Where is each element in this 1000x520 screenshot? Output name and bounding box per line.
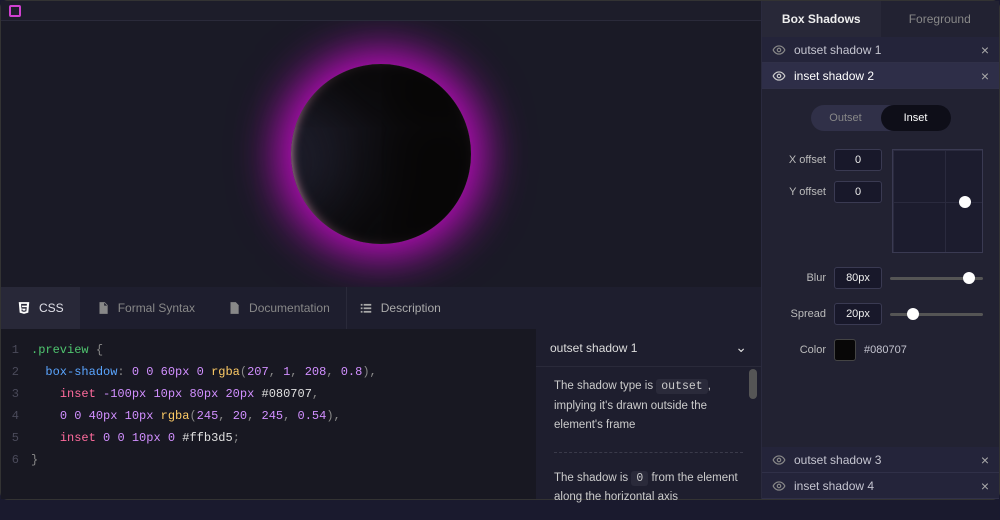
y-offset-input[interactable]	[834, 181, 882, 203]
blur-label: Blur	[778, 272, 826, 284]
spread-label: Spread	[778, 308, 826, 320]
eye-icon[interactable]	[772, 43, 786, 57]
description-title: Description	[381, 301, 441, 315]
shadow-list-item[interactable]: inset shadow 2 ×	[762, 63, 999, 89]
slider-thumb[interactable]	[907, 308, 919, 320]
close-icon[interactable]: ×	[981, 452, 989, 468]
spread-input[interactable]	[834, 303, 882, 325]
chevron-down-icon: ⌄	[735, 339, 747, 356]
spread-slider[interactable]	[890, 306, 983, 322]
close-icon[interactable]: ×	[981, 42, 989, 58]
shadow-item-name: outset shadow 1	[794, 43, 881, 57]
shadow-item-name: outset shadow 3	[794, 453, 881, 467]
scrollbar-thumb[interactable]	[749, 369, 757, 399]
offset-grid-thumb[interactable]	[959, 196, 971, 208]
tab-formal-syntax[interactable]: Formal Syntax	[80, 287, 211, 329]
y-offset-label: Y offset	[778, 186, 826, 198]
segment-inset[interactable]: Inset	[881, 105, 951, 131]
tab-docs-label: Documentation	[249, 301, 330, 315]
tab-css[interactable]: CSS	[1, 287, 80, 329]
shadow-type-segmented[interactable]: Outset Inset	[811, 105, 951, 131]
offset-grid-pad[interactable]	[892, 149, 983, 253]
color-value: #080707	[864, 344, 907, 356]
document-icon	[227, 301, 241, 315]
blur-input[interactable]	[834, 267, 882, 289]
line-number: 4	[1, 405, 31, 427]
description-item-title: outset shadow 1	[550, 341, 637, 355]
list-icon	[359, 301, 373, 315]
description-item-header[interactable]: outset shadow 1 ⌄	[536, 329, 761, 367]
css-icon	[17, 301, 31, 315]
close-icon[interactable]: ×	[981, 478, 989, 494]
description-text: The shadow type is outset, implying it's…	[536, 367, 761, 446]
color-label: Color	[778, 344, 826, 356]
preview-canvas	[1, 21, 761, 287]
tab-box-shadows[interactable]: Box Shadows	[762, 1, 881, 37]
shadow-list-item[interactable]: outset shadow 1 ×	[762, 37, 999, 63]
close-icon[interactable]: ×	[981, 68, 989, 84]
shadow-item-name: inset shadow 4	[794, 479, 874, 493]
eye-icon[interactable]	[772, 69, 786, 83]
line-number: 2	[1, 361, 31, 383]
eye-icon[interactable]	[772, 453, 786, 467]
shadow-item-name: inset shadow 2	[794, 69, 874, 83]
app-icon	[9, 5, 21, 17]
segment-outset[interactable]: Outset	[811, 105, 881, 131]
window-titlebar	[1, 1, 761, 21]
preview-element	[291, 64, 471, 244]
tab-css-label: CSS	[39, 301, 64, 315]
blur-slider[interactable]	[890, 270, 983, 286]
line-number: 3	[1, 383, 31, 405]
tab-documentation[interactable]: Documentation	[211, 287, 346, 329]
tab-formal-label: Formal Syntax	[118, 301, 195, 315]
description-pane: outset shadow 1 ⌄ The shadow type is out…	[536, 329, 761, 499]
description-text: The shadow is 0 from the element along t…	[536, 459, 761, 518]
description-header-bar: Description	[346, 287, 761, 329]
x-offset-input[interactable]	[834, 149, 882, 171]
shadow-list-item[interactable]: outset shadow 3 ×	[762, 447, 999, 473]
divider	[554, 452, 743, 453]
document-icon	[96, 301, 110, 315]
properties-panel: Box Shadows Foreground outset shadow 1 ×…	[761, 1, 999, 499]
line-number: 5	[1, 427, 31, 449]
slider-thumb[interactable]	[963, 272, 975, 284]
x-offset-label: X offset	[778, 154, 826, 166]
line-number: 1	[1, 339, 31, 361]
shadow-list-item[interactable]: inset shadow 4 ×	[762, 473, 999, 499]
color-swatch[interactable]	[834, 339, 856, 361]
code-editor[interactable]: 1.preview { 2 box-shadow: 0 0 60px 0 rgb…	[1, 329, 536, 499]
line-number: 6	[1, 449, 31, 471]
eye-icon[interactable]	[772, 479, 786, 493]
tab-foreground[interactable]: Foreground	[881, 1, 1000, 37]
